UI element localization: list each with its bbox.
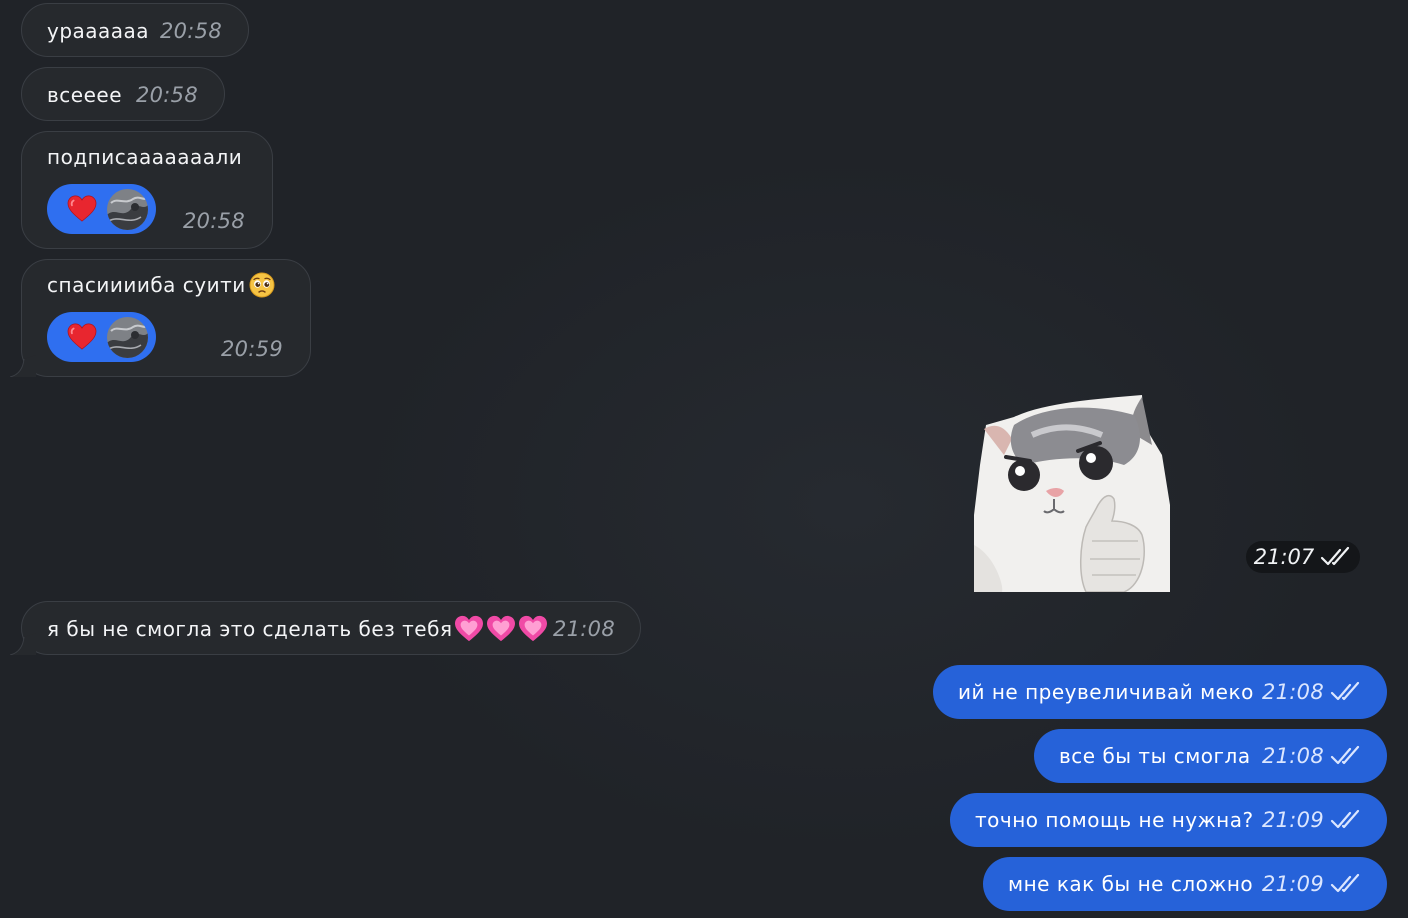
message-text: спасиииибa суити <box>47 273 246 297</box>
sparkling-heart-icon <box>487 615 516 642</box>
pleading-face-icon <box>249 272 275 298</box>
message-text: точно помощь не нужна? <box>975 808 1254 832</box>
sparkling-heart-icon <box>455 615 484 642</box>
sparkling-heart-icon <box>519 615 548 642</box>
message-time-group: 21:09 <box>1262 808 1362 832</box>
message-text: ураааааа <box>47 19 150 43</box>
avatar <box>107 316 148 358</box>
outgoing-message[interactable]: мне как бы не сложно 21:09 <box>983 857 1387 911</box>
message-time: 20:59 <box>220 337 283 361</box>
sticker-time: 21:07 <box>1253 545 1315 569</box>
message-time-group: 21:09 <box>1262 872 1362 896</box>
message-text: всеееe <box>47 83 123 107</box>
incoming-message[interactable]: подписааааааали 20:58 <box>21 131 273 249</box>
bubble-tail <box>10 355 36 377</box>
message-time: 21:08 <box>1261 744 1324 768</box>
message-text: все бы ты смогла <box>1059 744 1251 768</box>
message-text: мне как бы не сложно <box>1008 872 1254 896</box>
message-time: 21:09 <box>1261 872 1324 896</box>
bubble-tail <box>10 633 36 655</box>
outgoing-message[interactable]: все бы ты смогла 21:08 <box>1034 729 1387 783</box>
message-time-group: 21:08 <box>1262 680 1362 704</box>
double-check-icon <box>1330 873 1360 893</box>
incoming-message[interactable]: всеееe 20:58 <box>21 67 225 121</box>
message-time: 20:58 <box>135 83 198 107</box>
cat-sticker[interactable] <box>974 395 1170 593</box>
double-check-icon <box>1330 745 1360 765</box>
incoming-message[interactable]: спасиииибa суити 20:59 <box>10 259 311 377</box>
chat-area: ураааааа 20:58 всеееe 20:58 подписаааааа… <box>0 0 1408 918</box>
double-check-icon <box>1330 681 1360 701</box>
double-check-icon <box>1321 546 1350 566</box>
incoming-message[interactable]: я бы не смогла это сделать без тебя 21:0… <box>10 601 641 655</box>
message-time: 20:58 <box>182 209 245 233</box>
message-text: я бы не смогла это сделать без тебя <box>47 615 548 643</box>
incoming-message[interactable]: ураааааа 20:58 <box>21 3 249 57</box>
message-text: подписааааааали <box>47 145 243 169</box>
reaction-badge[interactable] <box>47 184 156 234</box>
message-time: 21:09 <box>1261 808 1324 832</box>
message-time: 20:58 <box>159 19 222 43</box>
cat-thumbs-up-icon <box>974 395 1170 593</box>
message-time: 21:08 <box>552 617 615 641</box>
double-check-icon <box>1330 809 1360 829</box>
avatar <box>107 188 148 230</box>
message-time: 21:08 <box>1261 680 1324 704</box>
message-text: ий не преувеличивай меко <box>958 680 1254 704</box>
reaction-badge[interactable] <box>47 312 156 362</box>
heart-icon <box>67 195 97 222</box>
outgoing-message[interactable]: точно помощь не нужна? 21:09 <box>950 793 1387 847</box>
outgoing-message[interactable]: ий не преувеличивай меко 21:08 <box>933 665 1387 719</box>
sticker-time-badge: 21:07 <box>1246 541 1360 573</box>
heart-icon <box>67 323 97 350</box>
message-time-group: 21:08 <box>1262 744 1362 768</box>
